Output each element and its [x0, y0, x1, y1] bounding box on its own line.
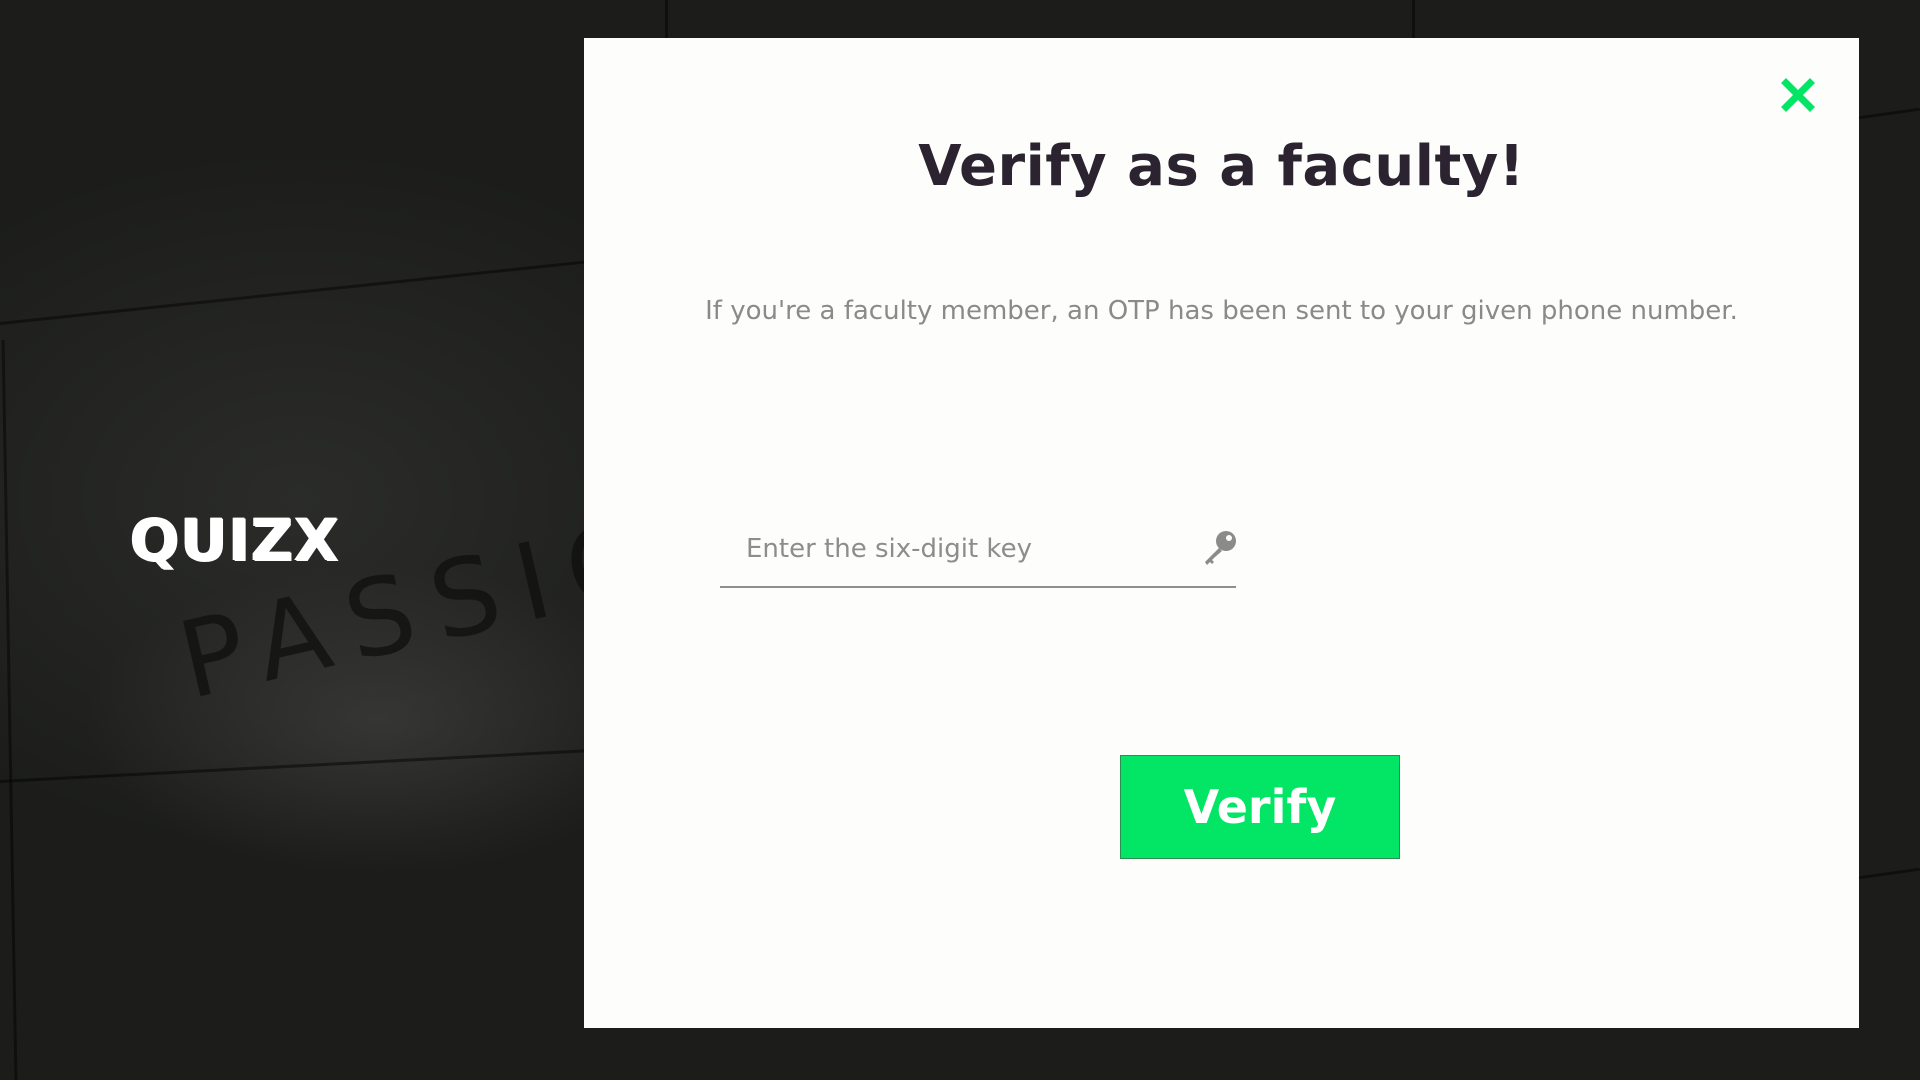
otp-input[interactable] [720, 524, 1186, 574]
otp-field [720, 506, 1236, 588]
close-icon [1781, 78, 1815, 112]
verify-faculty-modal: Verify as a faculty! If you're a faculty… [584, 38, 1859, 1028]
key-icon [1205, 531, 1236, 565]
floor-tile-line [0, 257, 617, 325]
quizx-logo: QUIZX [130, 506, 340, 574]
modal-title: Verify as a faculty! [918, 134, 1525, 199]
floor-tile-line [1412, 0, 1415, 40]
floor-tile-line [1858, 867, 1920, 880]
modal-description: If you're a faculty member, an OTP has b… [705, 296, 1738, 326]
floor-tile-line [1858, 107, 1920, 120]
close-button[interactable] [1778, 75, 1818, 115]
verify-button[interactable]: Verify [1120, 755, 1400, 859]
floor-tile-line [0, 747, 620, 783]
floor-tile-line [1, 340, 18, 1080]
floor-tile-line [665, 0, 668, 40]
